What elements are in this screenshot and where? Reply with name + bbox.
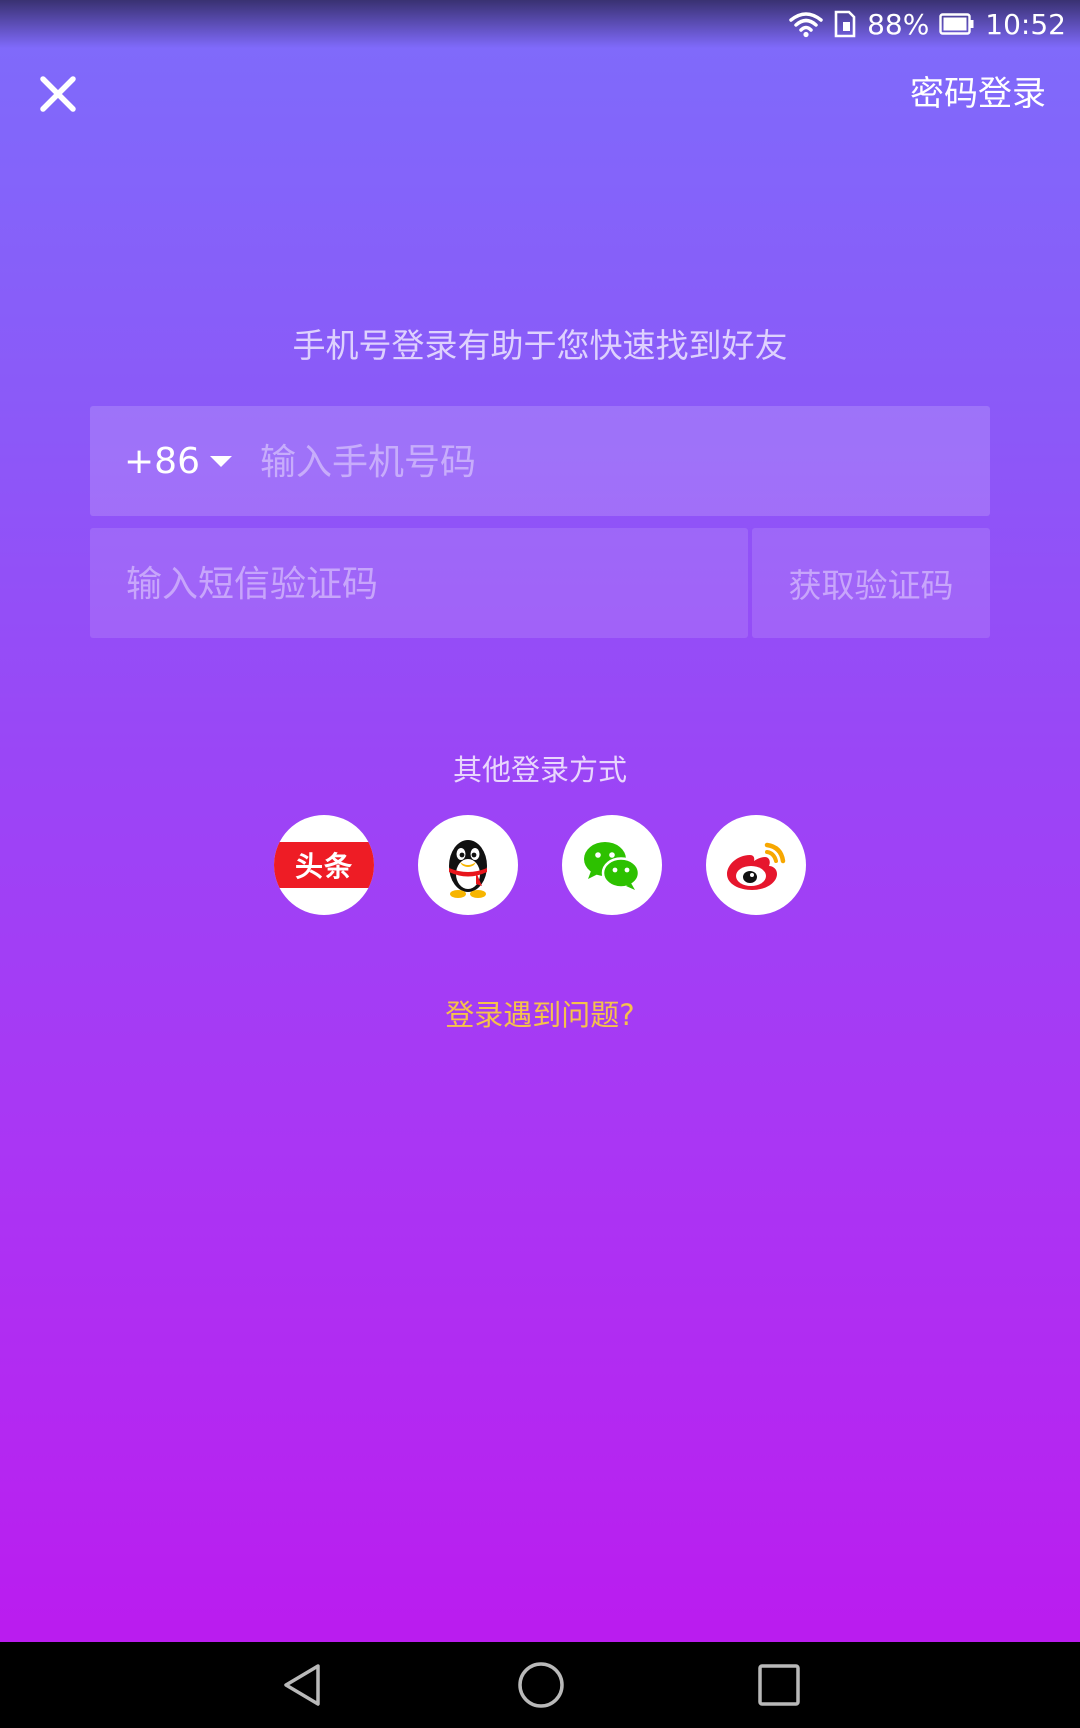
battery-icon <box>939 12 975 36</box>
country-code-value: +86 <box>124 440 200 482</box>
navigation-bar <box>0 1642 1080 1728</box>
phone-number-input[interactable] <box>258 426 962 498</box>
password-login-button[interactable]: 密码登录 <box>910 70 1046 118</box>
close-button[interactable] <box>30 66 86 122</box>
home-button[interactable] <box>513 1660 569 1710</box>
recents-button[interactable] <box>751 1660 807 1710</box>
wifi-icon <box>789 10 823 38</box>
social-login-row: 头条 <box>274 815 806 915</box>
get-code-button[interactable]: 获取验证码 <box>752 528 990 638</box>
back-button[interactable] <box>274 1660 330 1710</box>
battery-percent: 88% <box>867 7 930 41</box>
login-trouble-link[interactable]: 登录遇到问题? <box>0 991 1080 1039</box>
other-login-title: 其他登录方式 <box>452 753 627 787</box>
toutiao-label: 头条 <box>294 850 353 883</box>
home-icon <box>518 1662 564 1708</box>
sms-code-row <box>90 528 748 638</box>
clock: 10:52 <box>985 7 1066 41</box>
close-icon <box>40 76 76 112</box>
phone-input-row: +86 <box>90 406 990 516</box>
sim-icon <box>833 10 857 38</box>
toutiao-login-button[interactable]: 头条 <box>274 815 374 915</box>
status-bar: 88% 10:52 <box>0 0 1080 48</box>
wechat-login-button[interactable] <box>562 815 662 915</box>
recents-icon <box>758 1664 800 1706</box>
login-hint-headline: 手机号登录有助于您快速找到好友 <box>292 326 788 365</box>
weibo-icon <box>727 842 786 890</box>
weibo-login-button[interactable] <box>706 815 806 915</box>
toutiao-icon: 头条 <box>274 842 374 888</box>
back-icon <box>284 1664 320 1706</box>
qq-login-button[interactable] <box>418 815 518 915</box>
sms-code-input[interactable] <box>124 548 728 620</box>
caret-down-icon <box>209 456 232 467</box>
country-code-selector[interactable]: +86 <box>124 406 234 516</box>
qq-penguin-icon <box>449 840 487 898</box>
wechat-icon <box>584 842 641 890</box>
status-indicators: 88% 10:52 <box>789 6 1066 42</box>
